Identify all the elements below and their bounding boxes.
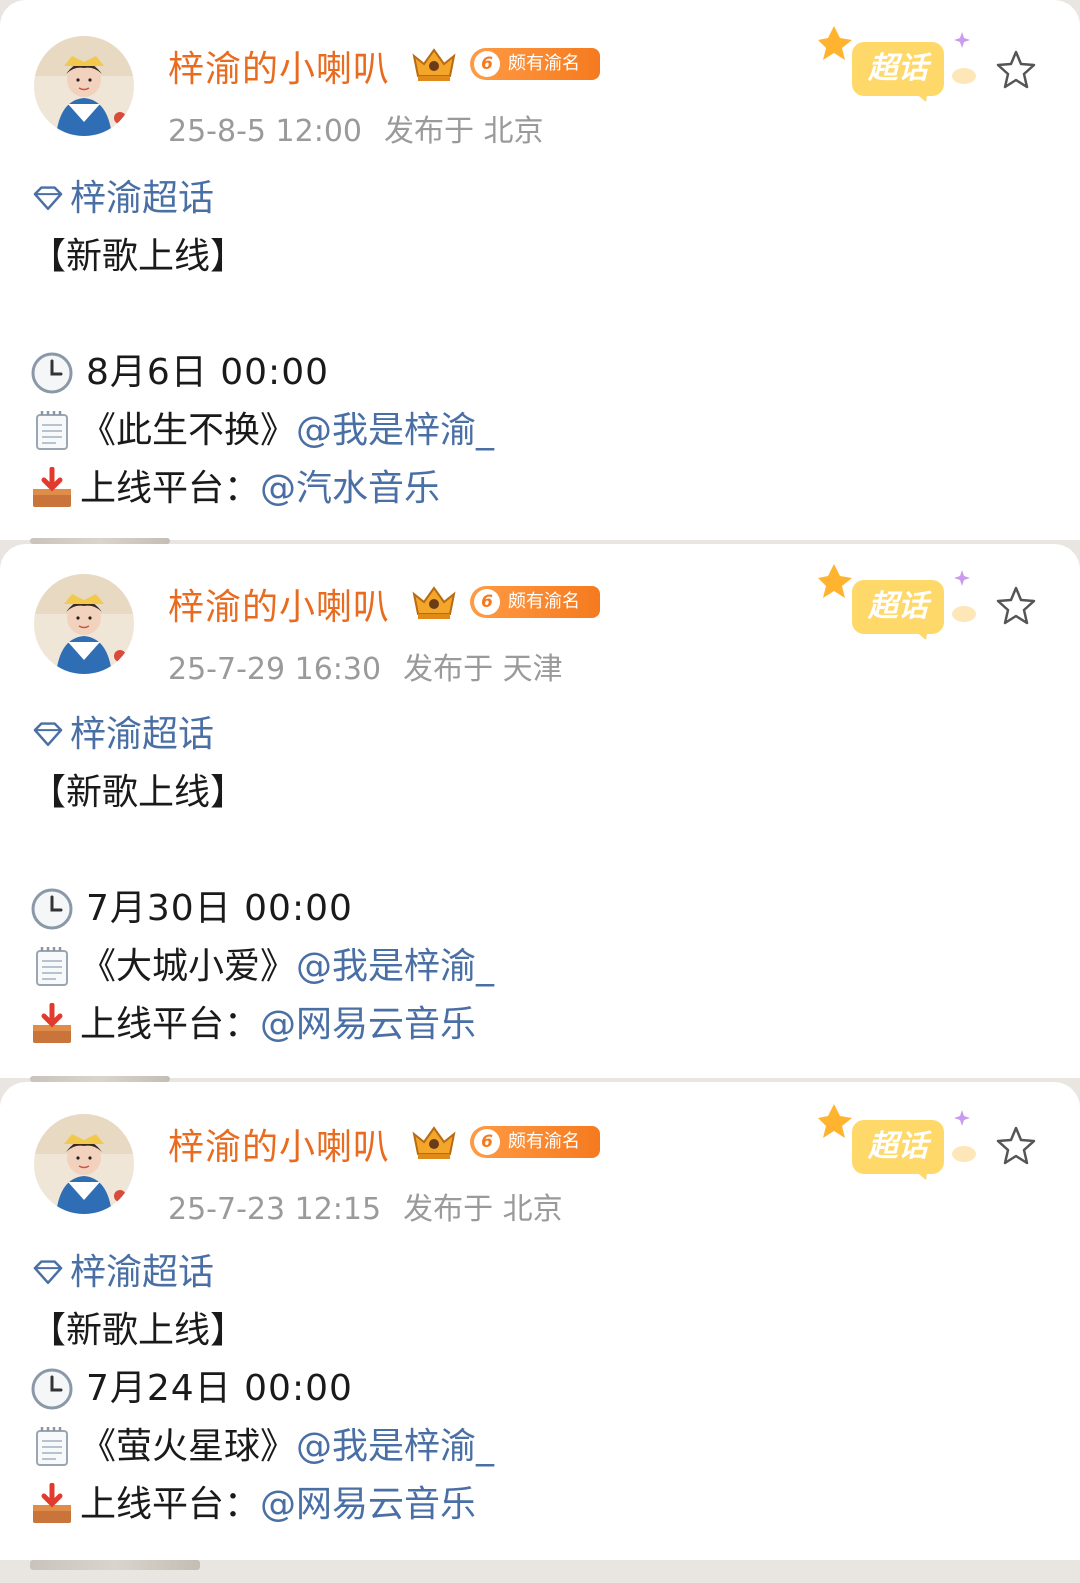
song-title: 《此生不换》 [80, 410, 297, 451]
post-location: 发布于 北京 [403, 1192, 563, 1227]
platform-mention[interactable]: @汽水音乐 [260, 460, 440, 518]
post-body: 梓渝超话 【新歌上线】 7月24日 00:00 《萤火星球》 @我是梓渝_ 上线… [30, 1244, 1040, 1534]
headline: 【新歌上线】 [30, 772, 247, 813]
post-location: 发布于 天津 [403, 652, 563, 687]
headline: 【新歌上线】 [30, 236, 247, 277]
inbox-tray-icon [33, 467, 71, 507]
chaohua-label: 超话 [867, 589, 932, 624]
platform-label: 上线平台： [80, 1004, 261, 1045]
fan-badge[interactable]: 6 颇有渝名 [470, 1126, 600, 1158]
chaohua-label: 超话 [867, 51, 932, 86]
weibo-post[interactable]: 梓渝的小喇叭 6 颇有渝名 25-8-5 12:00 发布于 北京 超话 梓渝超话… [0, 0, 1080, 540]
diamond-icon [33, 1260, 63, 1285]
star-outline-icon[interactable] [994, 584, 1038, 628]
diamond-icon [33, 722, 63, 747]
inbox-tray-icon [33, 1483, 71, 1523]
song-line: 《萤火星球》 @我是梓渝_ [30, 1418, 1040, 1476]
song-title: 《萤火星球》 [80, 1426, 297, 1467]
date-line: 7月24日 00:00 [30, 1360, 1040, 1418]
notepad-icon [36, 1427, 68, 1466]
song-title: 《大城小爱》 [80, 946, 297, 987]
post-time: 25-7-29 16:30 [168, 652, 382, 687]
release-date: 8月6日 00:00 [86, 352, 329, 393]
fan-badge[interactable]: 6 颇有渝名 [470, 586, 600, 618]
clock-icon [31, 1368, 73, 1410]
platform-label: 上线平台： [80, 1484, 261, 1525]
username[interactable]: 梓渝的小喇叭 [168, 40, 390, 92]
avatar[interactable] [34, 36, 134, 136]
diamond-icon [33, 186, 63, 211]
artist-mention[interactable]: @我是梓渝_ [296, 1418, 494, 1476]
fan-badge-label: 颇有渝名 [508, 1131, 580, 1152]
notepad-icon [36, 411, 68, 450]
song-line: 《此生不换》 @我是梓渝_ [30, 402, 1040, 460]
clock-icon [31, 888, 73, 930]
username[interactable]: 梓渝的小喇叭 [168, 578, 390, 630]
platform-line: 上线平台： @网易云音乐 [30, 1476, 1040, 1534]
date-line: 7月30日 00:00 [30, 880, 1040, 938]
fan-badge-label: 颇有渝名 [508, 53, 580, 74]
star-outline-icon[interactable] [994, 1124, 1038, 1168]
artist-mention[interactable]: @我是梓渝_ [296, 938, 494, 996]
platform-label: 上线平台： [80, 468, 261, 509]
fan-badge-label: 颇有渝名 [508, 591, 580, 612]
avatar[interactable] [34, 574, 134, 674]
chaohua-label: 超话 [867, 1129, 932, 1164]
platform-line: 上线平台： @汽水音乐 [30, 460, 1040, 518]
release-date: 7月30日 00:00 [86, 888, 353, 929]
inbox-tray-icon [33, 1003, 71, 1043]
song-line: 《大城小爱》 @我是梓渝_ [30, 938, 1040, 996]
notepad-icon [36, 947, 68, 986]
platform-line: 上线平台： @网易云音乐 [30, 996, 1040, 1054]
fan-level: 6 [474, 1129, 500, 1155]
platform-mention[interactable]: @网易云音乐 [260, 996, 476, 1054]
weibo-post[interactable]: 梓渝的小喇叭 6 颇有渝名 25-7-23 12:15 发布于 北京 超话 梓渝超… [0, 1082, 1080, 1560]
platform-mention[interactable]: @网易云音乐 [260, 1476, 476, 1534]
fan-badge[interactable]: 6 颇有渝名 [470, 48, 600, 80]
fan-level: 6 [474, 51, 500, 77]
post-body: 梓渝超话 【新歌上线】 8月6日 00:00 《此生不换》 @我是梓渝_ 上线平… [30, 170, 1040, 518]
chaohua-badge-icon[interactable]: 超话 [818, 1100, 978, 1180]
post-meta: 25-8-5 12:00 发布于 北京 [168, 106, 544, 150]
topic-label: 梓渝超话 [70, 1252, 215, 1293]
artist-mention[interactable]: @我是梓渝_ [296, 402, 494, 460]
crown-icon [412, 586, 456, 619]
topic-label: 梓渝超话 [70, 714, 215, 755]
clock-icon [31, 352, 73, 394]
post-meta: 25-7-23 12:15 发布于 北京 [168, 1184, 563, 1228]
release-date: 7月24日 00:00 [86, 1368, 353, 1409]
divider [30, 1560, 200, 1570]
date-line: 8月6日 00:00 [30, 344, 1040, 402]
username[interactable]: 梓渝的小喇叭 [168, 1118, 390, 1170]
topic-link[interactable]: 梓渝超话 [30, 1244, 1040, 1302]
topic-label: 梓渝超话 [70, 178, 215, 219]
chaohua-badge-icon[interactable]: 超话 [818, 560, 978, 640]
avatar[interactable] [34, 1114, 134, 1214]
weibo-post[interactable]: 梓渝的小喇叭 6 颇有渝名 25-7-29 16:30 发布于 天津 超话 梓渝超… [0, 544, 1080, 1078]
star-outline-icon[interactable] [994, 48, 1038, 92]
crown-icon [412, 1126, 456, 1159]
post-location: 发布于 北京 [384, 114, 544, 149]
post-meta: 25-7-29 16:30 发布于 天津 [168, 644, 563, 688]
crown-icon [412, 48, 456, 81]
headline: 【新歌上线】 [30, 1310, 247, 1351]
post-time: 25-7-23 12:15 [168, 1192, 382, 1227]
topic-link[interactable]: 梓渝超话 [30, 706, 1040, 764]
post-body: 梓渝超话 【新歌上线】 7月30日 00:00 《大城小爱》 @我是梓渝_ 上线… [30, 706, 1040, 1054]
chaohua-badge-icon[interactable]: 超话 [818, 22, 978, 102]
fan-level: 6 [474, 589, 500, 615]
topic-link[interactable]: 梓渝超话 [30, 170, 1040, 228]
post-time: 25-8-5 12:00 [168, 114, 362, 149]
